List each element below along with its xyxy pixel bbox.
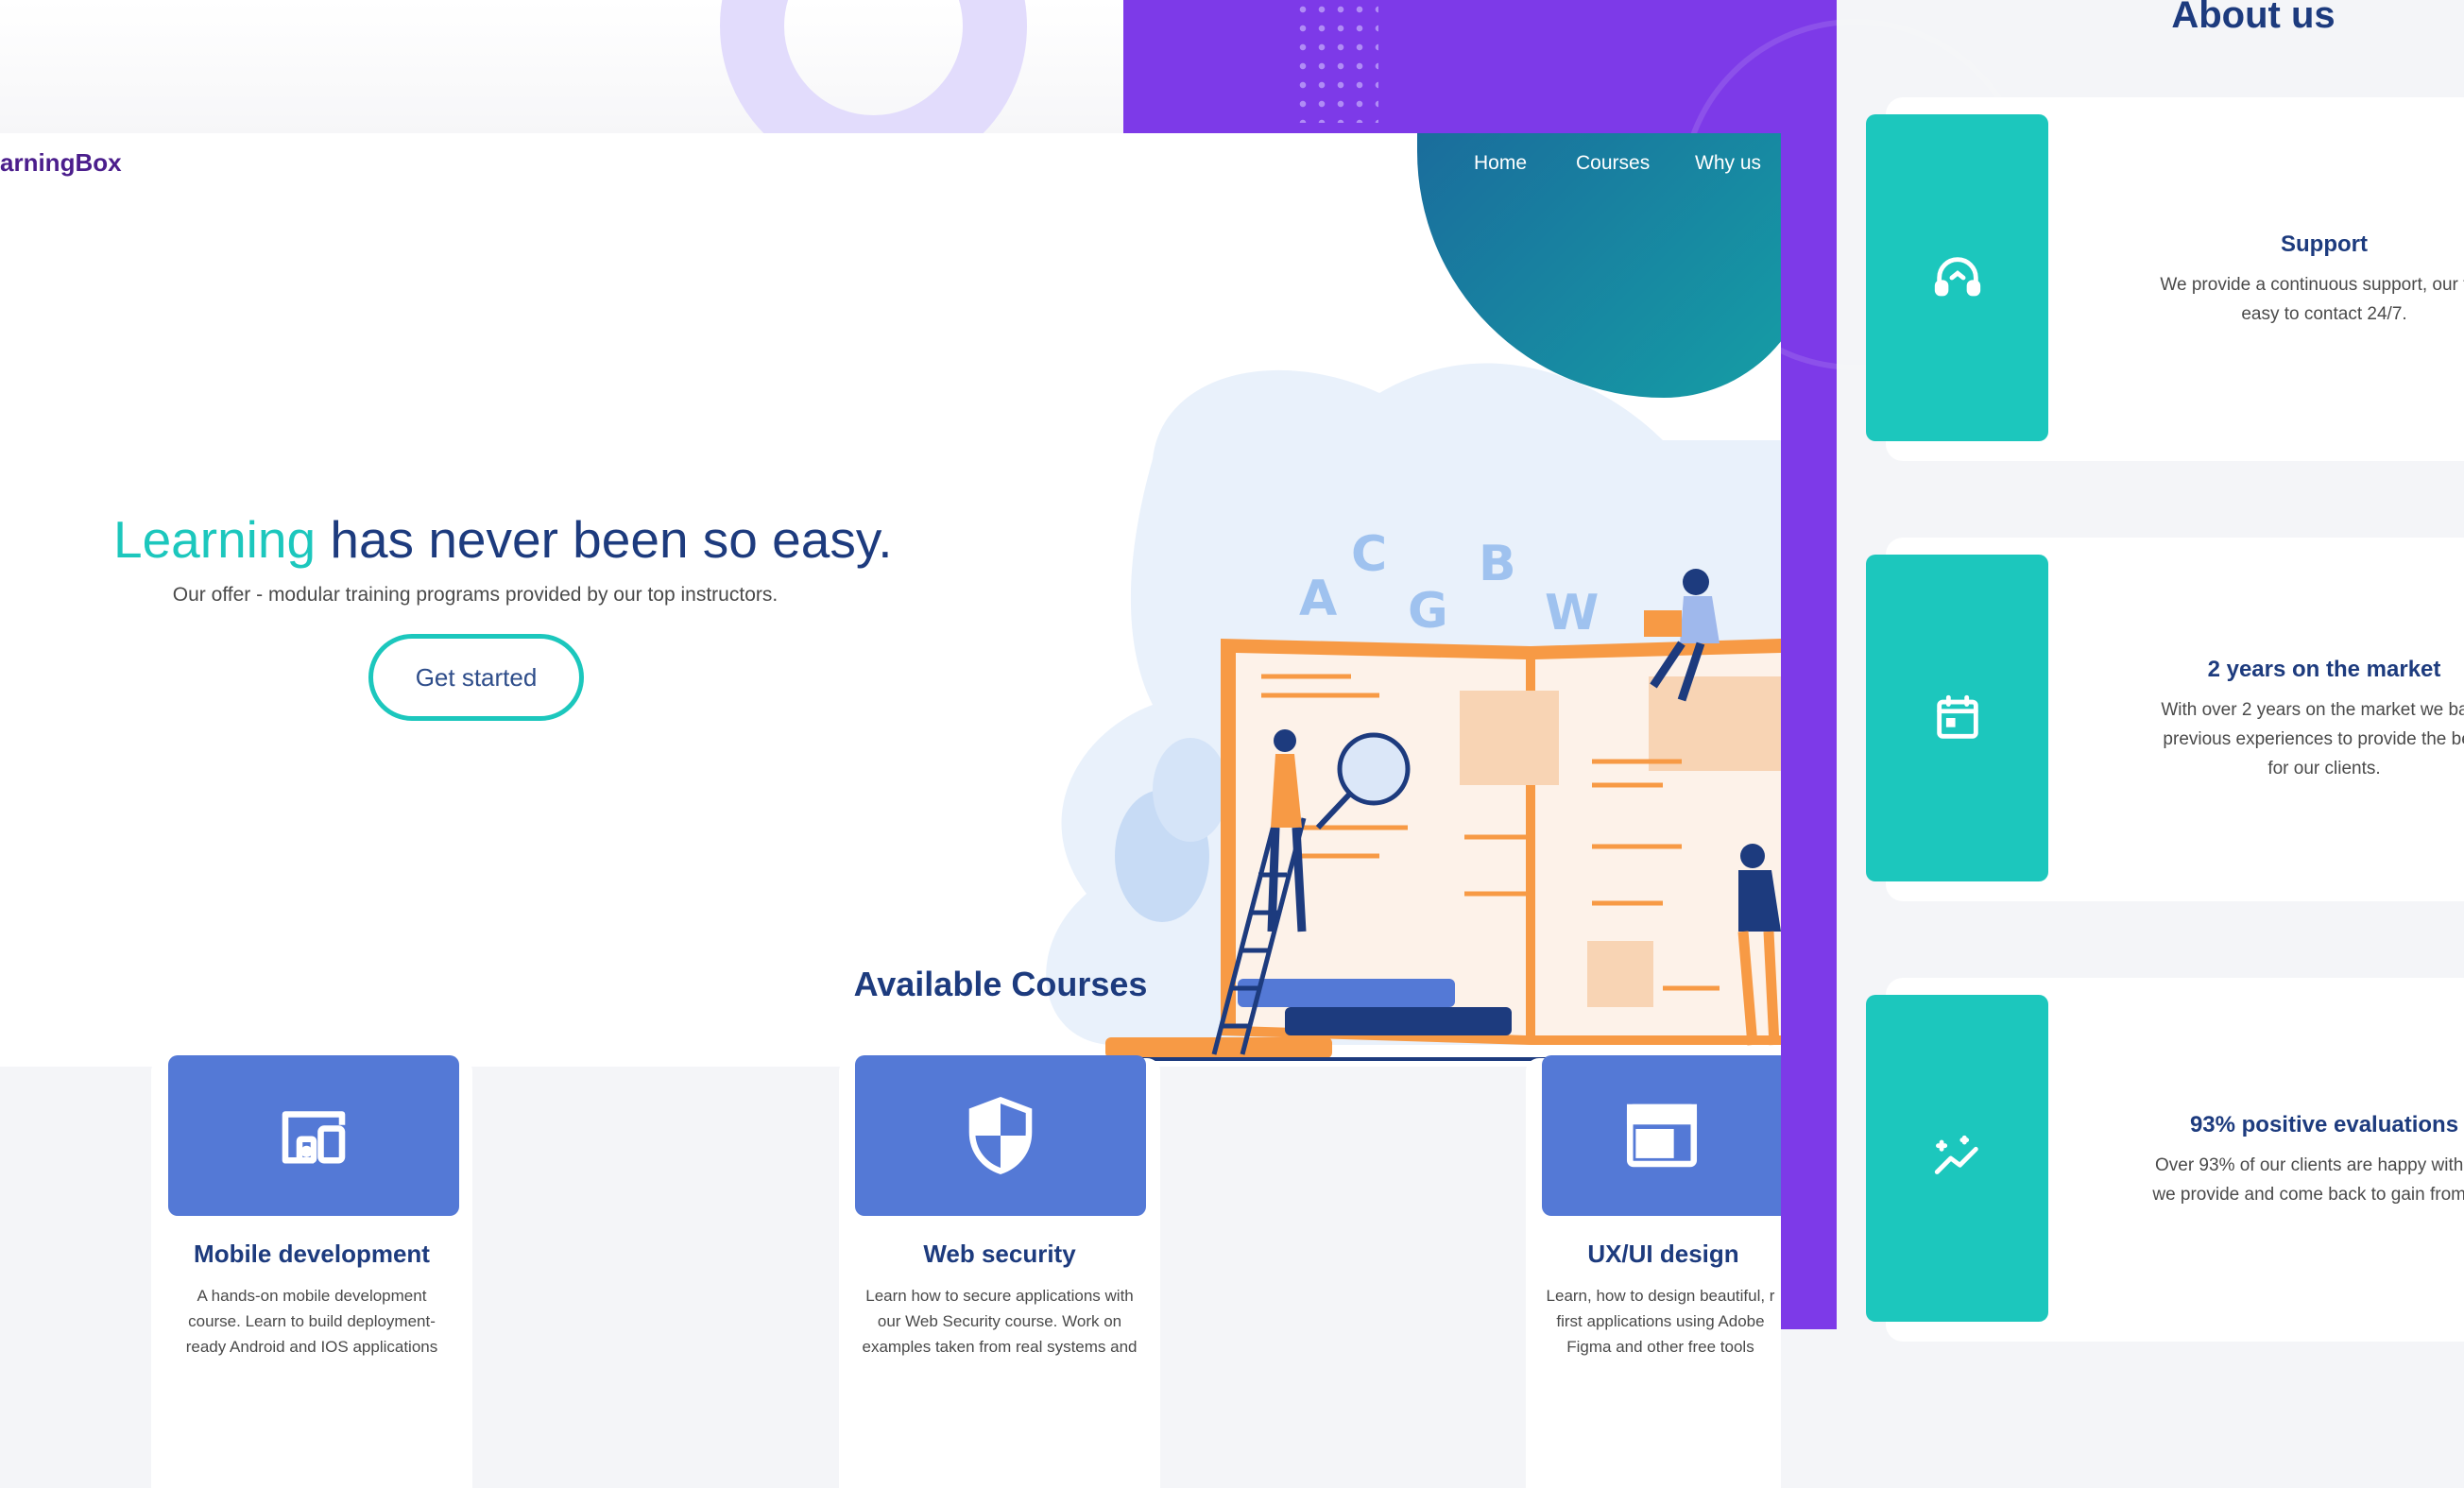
course-icon-box bbox=[1542, 1055, 1781, 1216]
course-description-line: first applications using Adobe bbox=[1556, 1312, 1765, 1330]
calendar-icon bbox=[1936, 694, 1978, 739]
about-text-line: for our clients. bbox=[2267, 759, 2381, 778]
course-description-line: our Web Security course. Work on bbox=[877, 1312, 1122, 1330]
letter-w: W bbox=[1545, 585, 1599, 641]
courses-title: Available Courses bbox=[853, 965, 1148, 1003]
nav-home[interactable]: Home bbox=[1474, 152, 1527, 175]
letter-a: A bbox=[1299, 571, 1337, 627]
hero-title-accent: Learning bbox=[113, 510, 317, 569]
course-description-line: Figma and other free tools bbox=[1566, 1338, 1754, 1356]
devices-icon bbox=[282, 1111, 346, 1164]
books-illustration: A C G B W bbox=[1046, 363, 1781, 1061]
about-text-line: Over 93% of our clients are happy with t… bbox=[2154, 1155, 2464, 1175]
web-layout-icon bbox=[1626, 1103, 1697, 1168]
letter-c: C bbox=[1351, 526, 1387, 583]
hero-title-rest: has never been so easy. bbox=[316, 510, 893, 569]
course-description: A hands-on mobile development course. Le… bbox=[170, 1283, 453, 1360]
about-item-text: We provide a continuous support, our tea… bbox=[2088, 270, 2464, 329]
course-icon-box bbox=[168, 1055, 459, 1216]
course-description-line: Learn, how to design beautiful, r bbox=[1546, 1287, 1775, 1305]
course-name: UX/UI design bbox=[1587, 1240, 1739, 1268]
logo[interactable]: arningBox bbox=[0, 148, 122, 178]
headset-icon bbox=[1934, 257, 1980, 297]
course-name: Mobile development bbox=[194, 1240, 430, 1268]
dot-pattern bbox=[1293, 0, 1378, 123]
hero-subtitle: Our offer - modular training programs pr… bbox=[172, 584, 779, 606]
shield-icon bbox=[968, 1096, 1033, 1174]
course-description: Learn, how to design beautiful, r first … bbox=[1540, 1283, 1781, 1360]
about-item-text: Over 93% of our clients are happy with t… bbox=[2088, 1151, 2464, 1209]
growth-chart-icon bbox=[1934, 1135, 1978, 1174]
course-description: Learn how to secure applications with ou… bbox=[858, 1283, 1141, 1360]
course-description-line: examples taken from real systems and bbox=[862, 1338, 1138, 1356]
about-text-line: previous experiences to provide the best bbox=[2163, 729, 2464, 749]
nav-courses[interactable]: Courses bbox=[1576, 152, 1650, 175]
about-item-title: 2 years on the market bbox=[2207, 657, 2441, 682]
about-item-title: 93% positive evaluations bbox=[2189, 1112, 2459, 1137]
letter-b: B bbox=[1479, 536, 1516, 592]
course-description-line: Learn how to secure applications with bbox=[865, 1287, 1134, 1305]
course-description-line: course. Learn to build deployment- bbox=[188, 1312, 436, 1330]
about-text-line: We provide a continuous support, our tea bbox=[2160, 275, 2464, 295]
about-icon-box-evaluations bbox=[1866, 995, 2048, 1322]
about-icon-box-market bbox=[1866, 555, 2048, 881]
course-icon-box bbox=[855, 1055, 1146, 1216]
about-title: About us bbox=[2171, 0, 2336, 36]
about-text-line: easy to contact 24/7. bbox=[2241, 304, 2407, 324]
nav-why-us[interactable]: Why us bbox=[1695, 152, 1761, 175]
get-started-button[interactable]: Get started bbox=[368, 634, 584, 721]
about-item-text: With over 2 years on the market we base … bbox=[2088, 695, 2464, 783]
about-text-line: we provide and come back to gain from th… bbox=[2152, 1185, 2464, 1205]
course-description-line: A hands-on mobile development bbox=[197, 1287, 427, 1305]
course-name: Web security bbox=[923, 1240, 1076, 1268]
about-icon-box-support bbox=[1866, 114, 2048, 441]
course-description-line: ready Android and IOS applications bbox=[185, 1338, 438, 1356]
about-text-line: With over 2 years on the market we base bbox=[2161, 700, 2464, 720]
about-item-title: Support bbox=[2281, 231, 2368, 257]
hero-title: Learning has never been so easy. bbox=[113, 509, 893, 570]
letter-g: G bbox=[1408, 583, 1448, 640]
